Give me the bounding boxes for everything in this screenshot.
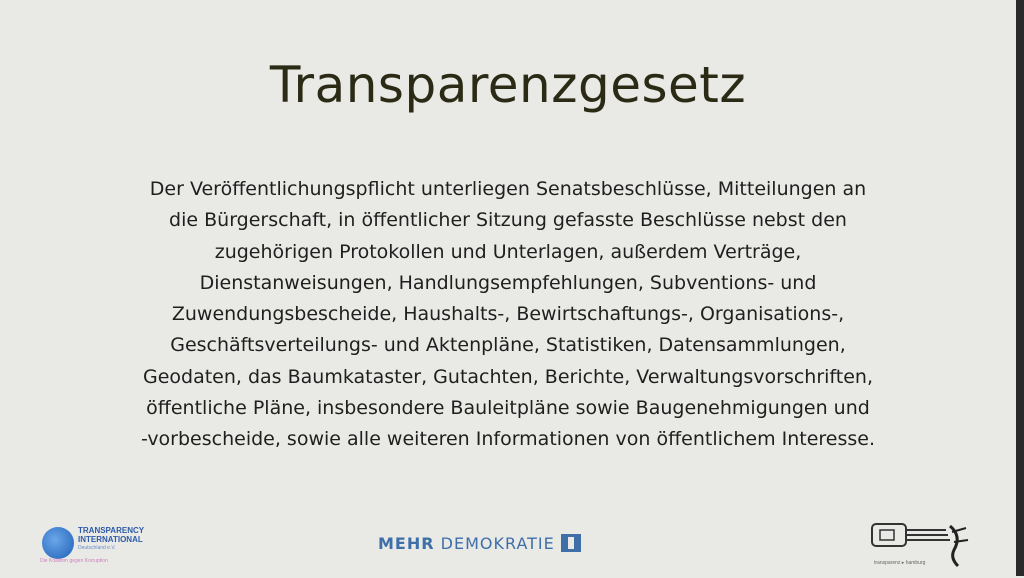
transparenz-caption: transparenz ▸ hamburg [874,560,926,566]
body-line: zugehörigen Protokollen und Unterlagen, … [214,240,802,263]
slide-title: Transparenzgesetz [269,56,747,114]
body-line: Der Veröffentlichungspflicht unterliegen… [149,178,867,200]
md-rest: DEMOKRATIE [434,534,555,553]
transparenz-logo: transparenz ▸ hamburg [866,518,976,574]
body-line: Geodaten, das Baumkataster, Gutachten, B… [142,365,874,388]
body-line: öffentliche Pläne, insbesondere Bauleitp… [146,397,870,420]
ti-slogan: Die Koalition gegen Korruption [40,558,108,564]
mehr-demokratie-logo: MEHR DEMOKRATIE [378,534,581,554]
body-line: Zuwendungsbescheide, Haushalts-, Bewirts… [171,303,845,326]
ti-line1: TRANSPARENCY [78,526,145,535]
md-bold: MEHR [378,534,435,553]
exclamation-box-icon [560,534,581,552]
slide-body: Der Veröffentlichungspflicht unterliegen… [60,174,956,456]
screen-edge [1016,0,1024,576]
ti-line2: INTERNATIONAL [78,535,143,544]
body-line: die Bürgerschaft, in öffentlicher Sitzun… [169,209,847,232]
body-line: Geschäftsverteilungs- und Aktenpläne, St… [170,334,846,357]
ti-name: TRANSPARENCY INTERNATIONAL [78,526,144,544]
body-line: -vorbescheide, sowie alle weiteren Infor… [140,428,876,451]
globe-icon [42,527,74,559]
body-line: Dienstanweisungen, Handlungsempfehlungen… [199,271,817,294]
transparency-international-logo: TRANSPARENCY INTERNATIONAL Deutschland e… [40,524,210,570]
ti-subtitle: Deutschland e.V. [78,545,116,551]
